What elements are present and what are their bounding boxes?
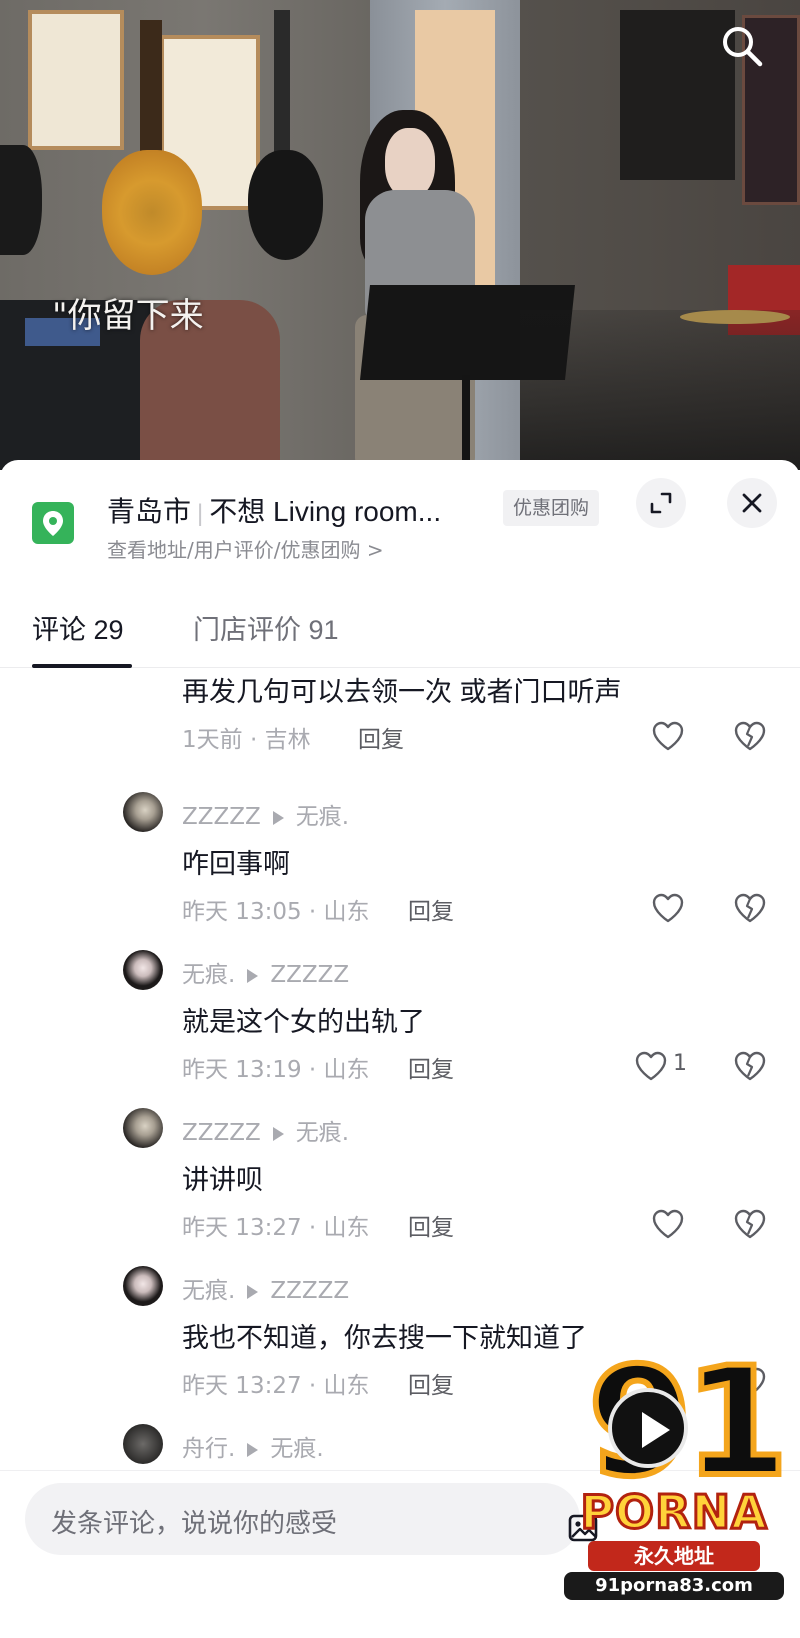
close-button[interactable] bbox=[727, 478, 777, 528]
reply-to-user[interactable]: ZZZZZ bbox=[270, 1278, 349, 1304]
play-icon bbox=[608, 1388, 688, 1468]
expand-icon bbox=[650, 492, 672, 514]
poi-separator: | bbox=[197, 500, 204, 527]
tab-bar: 评论 29 门店评价 91 bbox=[0, 600, 800, 668]
music-stand-pole bbox=[462, 375, 470, 470]
search-icon bbox=[723, 27, 763, 67]
poi-name: 不想 Living room... bbox=[209, 496, 442, 527]
comment-author[interactable]: 无痕. bbox=[182, 962, 235, 988]
comment-text[interactable]: 讲讲呗 bbox=[182, 1158, 263, 1197]
group-deal-tag[interactable]: 优惠团购 bbox=[503, 490, 600, 526]
comment-author-line: 无痕. ZZZZZ bbox=[182, 1271, 349, 1305]
comment-author-line: ZZZZZ 无痕. bbox=[182, 797, 349, 831]
reply-arrow-icon bbox=[272, 810, 284, 825]
broken-heart-icon[interactable] bbox=[733, 892, 767, 924]
broken-heart-icon[interactable] bbox=[733, 1208, 767, 1240]
singer-face bbox=[385, 128, 435, 198]
broken-heart-icon[interactable] bbox=[733, 1050, 767, 1082]
comment-text[interactable]: 咋回事啊 bbox=[182, 842, 290, 881]
comment-author[interactable]: 无痕. bbox=[182, 1278, 235, 1304]
comment-meta: 昨天 13:05 · 山东 bbox=[182, 899, 370, 925]
comment-meta: 昨天 13:19 · 山东 bbox=[182, 1057, 370, 1083]
reply-to-user[interactable]: 无痕. bbox=[296, 804, 349, 830]
avatar[interactable] bbox=[123, 792, 163, 832]
reply-to-user[interactable]: 无痕. bbox=[270, 1436, 323, 1462]
reply-to-user[interactable]: 无痕. bbox=[296, 1120, 349, 1146]
tab-comments[interactable]: 评论 29 bbox=[32, 608, 124, 647]
poi-title[interactable]: 青岛市 | 不想 Living room... bbox=[107, 490, 441, 530]
avatar[interactable] bbox=[123, 1424, 163, 1464]
poi-subtitle-link[interactable]: 查看地址/用户评价/优惠团购 > bbox=[107, 534, 384, 563]
avatar[interactable] bbox=[123, 950, 163, 990]
like-count: 1 bbox=[673, 1051, 687, 1076]
search-button[interactable] bbox=[718, 22, 766, 70]
heart-icon[interactable] bbox=[651, 720, 685, 752]
reply-button[interactable]: 回复 bbox=[358, 720, 404, 754]
reply-arrow-icon bbox=[272, 1126, 284, 1141]
comment-input[interactable]: 发条评论，说说你的感受 bbox=[25, 1483, 598, 1555]
avatar[interactable] bbox=[123, 1266, 163, 1306]
tab-store-reviews[interactable]: 门店评价 91 bbox=[193, 608, 339, 647]
reply-arrow-icon bbox=[247, 1284, 259, 1299]
expand-button[interactable] bbox=[636, 478, 686, 528]
heart-icon[interactable] bbox=[634, 1050, 668, 1082]
reply-to-user[interactable]: ZZZZZ bbox=[270, 962, 349, 988]
calligraphy-scroll bbox=[28, 10, 124, 150]
comment-author[interactable]: 舟行. bbox=[182, 1436, 235, 1462]
watermark-tagline: 永久地址 bbox=[588, 1541, 760, 1571]
watermark-logo: 91 PORNA 永久地址 91porna83.com bbox=[558, 1345, 792, 1600]
reply-button[interactable]: 回复 bbox=[408, 892, 454, 926]
comment-meta: 昨天 13:27 · 山东 bbox=[182, 1373, 370, 1399]
video-player[interactable]: "你留下来 bbox=[0, 0, 800, 470]
reply-button[interactable]: 回复 bbox=[408, 1366, 454, 1400]
comment-author[interactable]: ZZZZZ bbox=[182, 804, 261, 830]
acoustic-guitar bbox=[102, 150, 202, 275]
poi-city: 青岛市 bbox=[107, 496, 192, 527]
reply-button[interactable]: 回复 bbox=[408, 1050, 454, 1084]
comment-author-line: ZZZZZ 无痕. bbox=[182, 1113, 349, 1147]
close-icon bbox=[742, 493, 762, 513]
electric-bass bbox=[248, 150, 323, 260]
comment-author-line: 舟行. 无痕. bbox=[182, 1429, 324, 1463]
active-tab-indicator bbox=[32, 664, 132, 668]
watermark-url: 91porna83.com bbox=[564, 1572, 784, 1600]
comment-text[interactable]: 再发几句可以去领一次 或者门口听声 bbox=[182, 670, 622, 709]
comment-text[interactable]: 我也不知道，你去搜一下就知道了 bbox=[182, 1316, 587, 1355]
avatar[interactable] bbox=[123, 1108, 163, 1148]
watermark-brand: PORNA bbox=[579, 1484, 768, 1541]
video-caption: "你留下来 bbox=[52, 296, 204, 336]
comment-meta: 1天前 · 吉林 bbox=[182, 727, 311, 753]
electric-guitar bbox=[0, 145, 42, 255]
comment-author-line: 无痕. ZZZZZ bbox=[182, 955, 349, 989]
location-pin-icon[interactable] bbox=[32, 502, 74, 544]
comment-text[interactable]: 就是这个女的出轨了 bbox=[182, 1000, 425, 1039]
reply-arrow-icon bbox=[247, 968, 259, 983]
comment-meta: 昨天 13:27 · 山东 bbox=[182, 1215, 370, 1241]
comment-input-placeholder: 发条评论，说说你的感受 bbox=[51, 1509, 338, 1539]
heart-icon[interactable] bbox=[651, 892, 685, 924]
comment-author[interactable]: ZZZZZ bbox=[182, 1120, 261, 1146]
guitar-neck bbox=[140, 20, 162, 170]
reply-button[interactable]: 回复 bbox=[408, 1208, 454, 1242]
reply-arrow-icon bbox=[247, 1442, 259, 1457]
guitar-neck bbox=[274, 10, 290, 170]
cymbal bbox=[680, 310, 790, 324]
drum-kit bbox=[520, 310, 800, 470]
heart-icon[interactable] bbox=[651, 1208, 685, 1240]
broken-heart-icon[interactable] bbox=[733, 720, 767, 752]
